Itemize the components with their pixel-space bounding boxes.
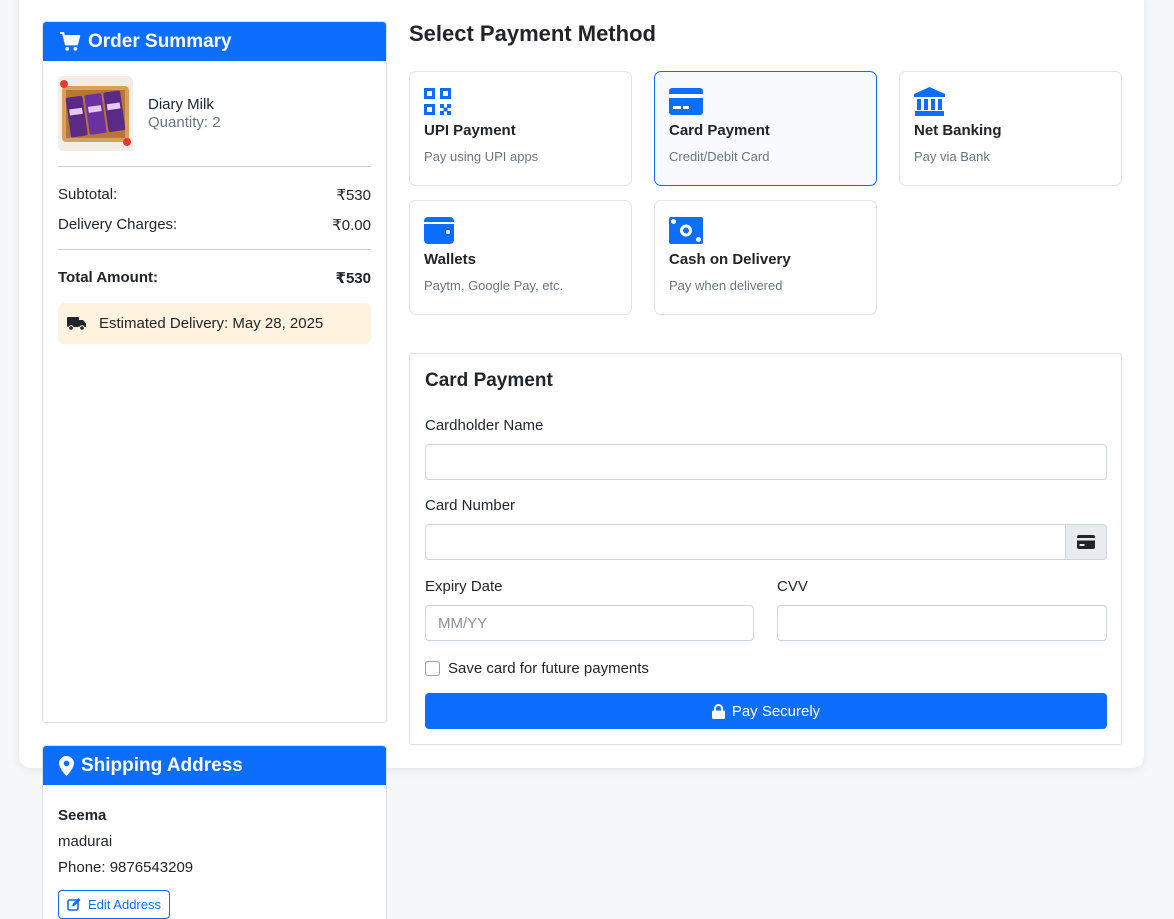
cardholder-name-input[interactable] — [425, 444, 1107, 480]
method-description: Pay using UPI apps — [424, 149, 539, 164]
subtotal-row: Subtotal: ₹530 — [58, 186, 371, 204]
credit-card-icon — [669, 88, 703, 115]
estimated-delivery-banner: Estimated Delivery: May 28, 2025 — [58, 303, 371, 344]
lock-icon — [711, 703, 725, 719]
order-summary-title: Order Summary — [88, 30, 232, 52]
estimated-delivery-text: Estimated Delivery: May 28, 2025 — [99, 315, 324, 332]
method-name: UPI Payment — [424, 122, 516, 139]
expiry-label: Expiry Date — [425, 578, 503, 595]
save-card-checkbox-row[interactable]: Save card for future payments — [425, 660, 649, 677]
shipping-address-panel: Shipping Address Seema madurai Phone: 98… — [42, 745, 387, 919]
pay-securely-label: Pay Securely — [731, 702, 821, 720]
payment-method-upi[interactable]: UPI Payment Pay using UPI apps — [409, 71, 632, 186]
divider — [58, 249, 371, 250]
shipping-address-title: Shipping Address — [81, 754, 243, 776]
order-summary-panel: Order Summary Diary Milk Quantity: 2 Sub… — [42, 21, 387, 723]
card-number-addon — [1065, 524, 1107, 560]
order-summary-header: Order Summary — [43, 22, 386, 61]
pay-securely-button[interactable]: Pay Securely — [425, 693, 1107, 729]
cardholder-label: Cardholder Name — [425, 417, 544, 434]
subtotal-value: ₹530 — [336, 187, 371, 204]
edit-address-label: Edit Address — [88, 896, 161, 912]
shipping-address-header: Shipping Address — [43, 746, 386, 785]
edit-address-button[interactable]: Edit Address — [58, 890, 170, 919]
product-name: Diary Milk — [148, 96, 214, 113]
save-card-checkbox[interactable] — [425, 661, 440, 676]
wallet-icon — [424, 217, 454, 244]
total-row: Total Amount: ₹530 — [58, 269, 371, 287]
bank-icon — [914, 87, 945, 116]
total-label: Total Amount: — [58, 269, 158, 286]
page-title: Select Payment Method — [409, 21, 656, 46]
product-image — [58, 76, 133, 151]
payment-method-netbanking[interactable]: Net Banking Pay via Bank — [899, 71, 1122, 186]
edit-icon — [67, 898, 81, 911]
cash-icon — [669, 217, 703, 244]
save-card-label: Save card for future payments — [448, 660, 649, 677]
form-title: Card Payment — [425, 370, 553, 391]
phone-number: Phone: 9876543209 — [58, 859, 194, 876]
payment-method-wallets[interactable]: Wallets Paytm, Google Pay, etc. — [409, 200, 632, 315]
cvv-input[interactable] — [777, 605, 1107, 641]
delivery-charges-label: Delivery Charges: — [58, 216, 178, 233]
address-city: madurai — [58, 833, 113, 850]
subtotal-label: Subtotal: — [58, 186, 118, 203]
expiry-date-input[interactable]: MM/YY — [425, 605, 754, 641]
credit-card-icon — [1077, 535, 1095, 549]
cart-icon — [60, 31, 81, 51]
card-number-input[interactable] — [425, 524, 1066, 560]
card-payment-form: Card Payment Cardholder Name Card Number… — [409, 353, 1122, 745]
cvv-label: CVV — [777, 578, 808, 595]
method-name: Wallets — [424, 251, 476, 268]
payment-method-card[interactable]: Card Payment Credit/Debit Card — [654, 71, 877, 186]
method-description: Paytm, Google Pay, etc. — [424, 278, 564, 293]
payment-method-cod[interactable]: Cash on Delivery Pay when delivered — [654, 200, 877, 315]
recipient-name: Seema — [58, 807, 107, 824]
qrcode-icon — [424, 88, 451, 115]
truck-icon — [67, 317, 86, 331]
method-description: Pay when delivered — [669, 278, 783, 293]
product-item: Diary Milk Quantity: 2 — [58, 76, 221, 151]
total-value: ₹530 — [335, 270, 371, 287]
method-name: Cash on Delivery — [669, 251, 791, 268]
product-quantity: Quantity: 2 — [148, 114, 221, 131]
delivery-charges-row: Delivery Charges: ₹0.00 — [58, 216, 371, 234]
divider — [58, 166, 371, 167]
method-name: Net Banking — [914, 122, 1002, 139]
method-description: Pay via Bank — [914, 149, 990, 164]
method-description: Credit/Debit Card — [669, 149, 770, 164]
card-number-label: Card Number — [425, 497, 516, 514]
method-name: Card Payment — [669, 122, 770, 139]
map-pin-icon — [59, 755, 74, 776]
delivery-charges-value: ₹0.00 — [332, 217, 371, 234]
